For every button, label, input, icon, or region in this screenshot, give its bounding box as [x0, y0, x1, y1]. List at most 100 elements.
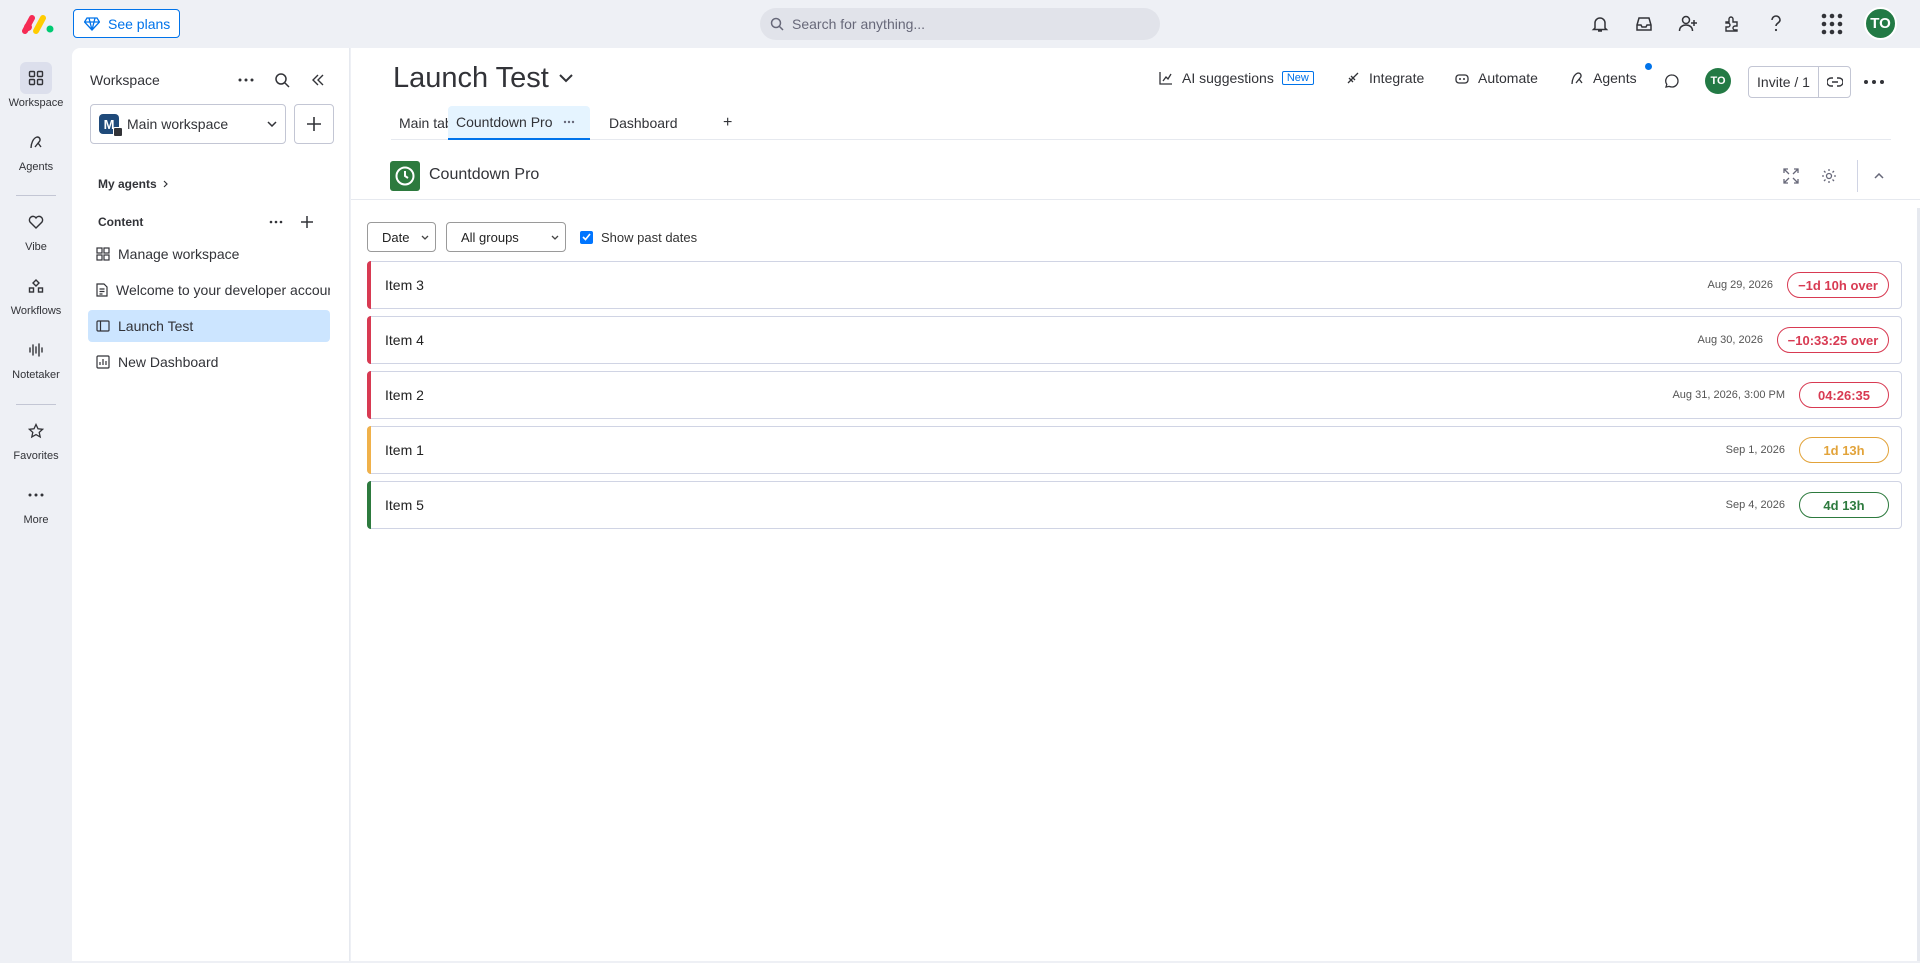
nav-item-welcome-doc[interactable]: Welcome to your developer account — [88, 274, 330, 306]
automate-button[interactable]: Automate — [1454, 70, 1538, 86]
dashboard-icon — [96, 355, 110, 369]
status-color-bar — [367, 371, 371, 419]
my-agents-label: My agents — [98, 177, 157, 191]
left-rail: Workspace Agents Vibe Workflows Notetake… — [0, 48, 72, 963]
tab-dashboard[interactable]: Dashboard — [601, 106, 686, 140]
robot-icon — [1454, 70, 1470, 86]
add-item-button[interactable] — [294, 104, 334, 144]
automate-label: Automate — [1478, 70, 1538, 86]
rail-label-agents: Agents — [18, 161, 54, 173]
see-plans-button[interactable]: See plans — [73, 9, 180, 38]
sort-select[interactable]: Date — [367, 222, 436, 252]
item-date: Sep 1, 2026 — [1725, 444, 1785, 456]
countdown-badge: 4d 13h — [1799, 492, 1889, 518]
countdown-badge: 1d 13h — [1799, 437, 1889, 463]
tab-countdown-pro[interactable]: Countdown Pro — [448, 106, 590, 140]
rail-item-agents[interactable]: Agents — [0, 126, 72, 173]
agents-button[interactable]: Agents — [1569, 70, 1637, 86]
search-bar[interactable]: Search for anything... — [760, 8, 1160, 40]
agents-icon — [20, 126, 52, 158]
nav-label: Welcome to your developer account — [116, 282, 330, 298]
countdown-row[interactable]: Item 3 Aug 29, 2026 −1d 10h over — [367, 261, 1902, 309]
rail-item-vibe[interactable]: Vibe — [0, 206, 72, 253]
group-select[interactable]: All groups — [446, 222, 566, 252]
grid-icon — [20, 62, 52, 94]
rail-item-more[interactable]: More — [0, 479, 72, 526]
item-date: Aug 29, 2026 — [1707, 279, 1773, 291]
invite-members-icon[interactable] — [1676, 12, 1700, 36]
rail-item-notetaker[interactable]: Notetaker — [0, 334, 72, 381]
apps-marketplace-icon[interactable] — [1720, 12, 1744, 36]
doc-icon — [96, 283, 108, 297]
workspace-options-icon[interactable] — [234, 68, 258, 92]
user-avatar[interactable]: TO — [1864, 7, 1897, 40]
more-dots-icon — [20, 479, 52, 511]
board-title[interactable]: Launch Test — [393, 62, 573, 95]
board-icon — [96, 320, 110, 332]
board-more-icon[interactable] — [1862, 70, 1886, 94]
settings-gear-icon[interactable] — [1819, 166, 1839, 186]
rail-label-notetaker: Notetaker — [12, 369, 60, 381]
workspace-search-icon[interactable] — [270, 68, 294, 92]
diamond-icon — [84, 16, 100, 31]
inbox-icon[interactable] — [1632, 12, 1656, 36]
countdown-row[interactable]: Item 2 Aug 31, 2026, 3:00 PM 04:26:35 — [367, 371, 1902, 419]
countdown-row[interactable]: Item 5 Sep 4, 2026 4d 13h — [367, 481, 1902, 529]
app-switcher-icon[interactable] — [1820, 12, 1844, 36]
item-name: Item 2 — [385, 387, 424, 403]
content-section-label: Content — [98, 215, 144, 229]
workspace-header: Workspace — [90, 72, 160, 88]
board-tabs: Main table Countdown Pro Dashboard + — [391, 106, 1891, 140]
workspace-badge: M — [99, 114, 123, 137]
item-name: Item 3 — [385, 277, 424, 293]
show-past-dates-toggle[interactable]: Show past dates — [580, 230, 697, 245]
item-date: Sep 4, 2026 — [1725, 499, 1785, 511]
item-date: Aug 31, 2026, 3:00 PM — [1672, 389, 1785, 401]
my-agents-section[interactable]: My agents — [98, 177, 168, 191]
nav-item-launch-test[interactable]: Launch Test — [88, 310, 330, 342]
countdown-list: Item 3 Aug 29, 2026 −1d 10h over Item 4 Aug … — [367, 261, 1902, 536]
group-select-value: All groups — [461, 229, 519, 245]
nav-item-new-dashboard[interactable]: New Dashboard — [88, 346, 330, 378]
collapse-panel-icon[interactable] — [306, 68, 330, 92]
chevron-down-icon — [559, 74, 573, 83]
rail-item-workspace[interactable]: Workspace — [0, 62, 72, 109]
ai-suggestions-button[interactable]: AI suggestions New — [1158, 70, 1314, 86]
chevron-down-icon — [267, 121, 277, 127]
fullscreen-icon[interactable] — [1781, 166, 1801, 186]
status-color-bar — [367, 316, 371, 364]
search-icon — [770, 17, 784, 31]
rail-label-favorites: Favorites — [13, 450, 59, 462]
rail-item-workflows[interactable]: Workflows — [0, 270, 72, 317]
countdown-badge: −10:33:25 over — [1777, 327, 1889, 353]
chevron-up-icon[interactable] — [1869, 166, 1889, 186]
checkbox-checked[interactable] — [580, 230, 593, 244]
countdown-row[interactable]: Item 4 Aug 30, 2026 −10:33:25 over — [367, 316, 1902, 364]
nav-item-manage-workspace[interactable]: Manage workspace — [88, 238, 330, 270]
content-add-icon[interactable] — [295, 210, 319, 234]
manage-icon — [96, 247, 110, 261]
widget-title: Countdown Pro — [429, 166, 540, 183]
copy-link-icon[interactable] — [1819, 67, 1850, 97]
updates-icon[interactable] — [1660, 69, 1684, 93]
monday-logo[interactable] — [22, 12, 56, 36]
board-member-avatar[interactable]: TO — [1705, 68, 1731, 94]
tab-options-icon[interactable] — [563, 120, 575, 124]
workspace-selector[interactable]: M Main workspace — [90, 104, 286, 144]
top-bar: See plans Search for anything... TO — [0, 0, 1920, 48]
integrate-button[interactable]: Integrate — [1345, 70, 1424, 86]
nav-label: New Dashboard — [118, 354, 219, 370]
widget-header: Countdown Pro — [351, 152, 1920, 200]
bell-icon[interactable] — [1588, 12, 1612, 36]
status-color-bar — [367, 481, 371, 529]
help-icon[interactable] — [1764, 12, 1788, 36]
tab-label: Dashboard — [609, 115, 678, 131]
invite-button[interactable]: Invite / 1 — [1748, 66, 1851, 98]
content-options-icon[interactable] — [264, 210, 288, 234]
rail-item-favorites[interactable]: Favorites — [0, 415, 72, 462]
chevron-right-icon — [163, 180, 168, 188]
add-tab-button[interactable]: + — [715, 106, 740, 140]
rail-label-more: More — [23, 514, 49, 526]
ai-suggestions-label: AI suggestions — [1182, 70, 1274, 86]
countdown-row[interactable]: Item 1 Sep 1, 2026 1d 13h — [367, 426, 1902, 474]
